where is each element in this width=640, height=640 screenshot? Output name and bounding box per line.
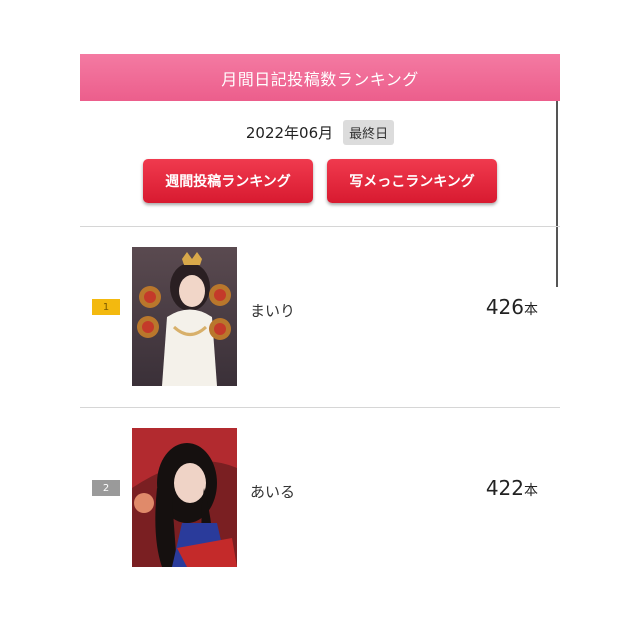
entry-count: 422本 <box>485 476 538 500</box>
photo-ranking-button[interactable]: 写メっこランキング <box>327 159 497 203</box>
profile-photo[interactable] <box>132 247 237 386</box>
entry-name[interactable]: あいる <box>250 481 295 502</box>
period-month: 2022年06月 <box>245 123 334 142</box>
period-row: 2022年06月 最終日 <box>80 101 560 157</box>
rank-badge: 1 <box>92 299 120 315</box>
page-title: 月間日記投稿数ランキング <box>221 69 419 89</box>
ranking-panel: 月間日記投稿数ランキング 2022年06月 最終日 週間投稿ランキング 写メっこ… <box>80 54 560 614</box>
weekly-ranking-button[interactable]: 週間投稿ランキング <box>143 159 313 203</box>
last-day-badge: 最終日 <box>343 119 395 145</box>
list-item[interactable]: 1 まいり 426本 <box>80 227 560 407</box>
ranking-buttons: 週間投稿ランキング 写メっこランキング <box>80 157 560 203</box>
profile-photo[interactable] <box>132 428 237 567</box>
entry-count: 426本 <box>485 295 538 319</box>
ranking-header: 月間日記投稿数ランキング <box>80 54 560 101</box>
entry-name[interactable]: まいり <box>250 300 295 321</box>
list-item[interactable]: 2 あいる 422本 <box>80 408 560 588</box>
rank-badge: 2 <box>92 480 120 496</box>
ranking-list: 1 まいり 426本 2 あいる 422本 <box>80 226 560 588</box>
